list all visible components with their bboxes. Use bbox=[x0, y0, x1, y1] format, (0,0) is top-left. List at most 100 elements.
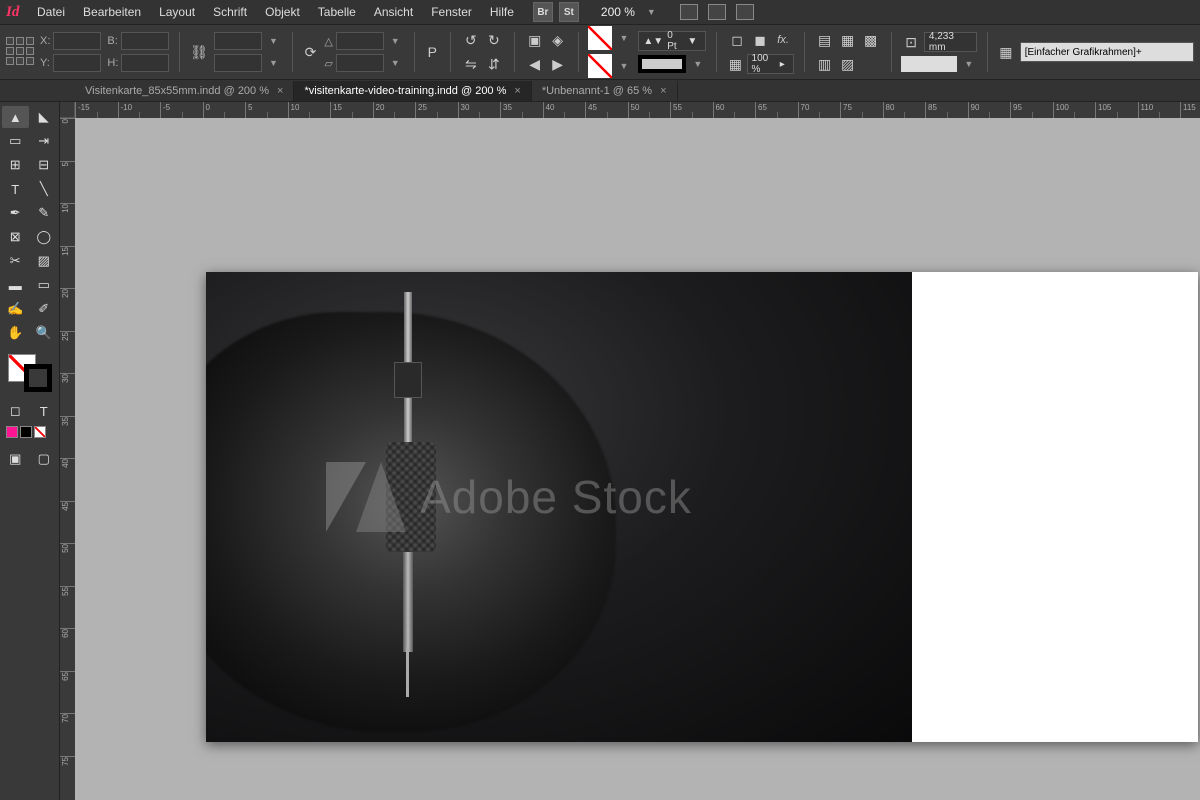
align-panel-icon[interactable]: ▦ bbox=[998, 42, 1014, 62]
eyedropper-tool[interactable]: ✐ bbox=[31, 298, 58, 320]
bridge-button[interactable]: Br bbox=[533, 2, 553, 22]
graphic-frame[interactable]: Adobe Stock bbox=[206, 272, 912, 742]
swatch-preview[interactable] bbox=[901, 56, 957, 72]
view-mode-2-icon[interactable] bbox=[708, 4, 726, 20]
selection-tool[interactable]: ▲ bbox=[2, 106, 29, 128]
stock-watermark: Adobe Stock bbox=[326, 462, 892, 532]
zoom-tool[interactable]: 🔍 bbox=[31, 322, 58, 344]
corner-options-icon[interactable]: ◻ bbox=[727, 30, 747, 50]
select-prev-icon[interactable]: ◀ bbox=[525, 54, 545, 74]
menu-layout[interactable]: Layout bbox=[150, 1, 204, 23]
ruler-vertical[interactable]: 051015202530354045505560657075 bbox=[60, 118, 75, 800]
drop-shadow-icon[interactable]: ◼ bbox=[750, 30, 770, 50]
gradient-swatch-tool[interactable]: ▬ bbox=[2, 274, 29, 296]
x-input[interactable] bbox=[53, 32, 101, 50]
y-input[interactable] bbox=[53, 54, 101, 72]
ruler-horizontal[interactable]: -15-10-505101520253035404550556065707580… bbox=[75, 102, 1200, 118]
menu-type[interactable]: Schrift bbox=[204, 1, 256, 23]
menu-help[interactable]: Hilfe bbox=[481, 1, 523, 23]
content-placer-tool[interactable]: ⊟ bbox=[31, 154, 58, 176]
select-next-icon[interactable]: ▶ bbox=[548, 54, 568, 74]
pencil-tool[interactable]: ✎ bbox=[31, 202, 58, 224]
reference-point-proxy[interactable] bbox=[6, 37, 34, 67]
format-container-icon[interactable]: ◻ bbox=[2, 400, 29, 422]
pen-tool[interactable]: ✒ bbox=[2, 202, 29, 224]
document-canvas[interactable]: -15-10-505101520253035404550556065707580… bbox=[60, 102, 1200, 800]
rotate-cw-icon[interactable]: ↻ bbox=[484, 30, 504, 50]
apply-color-icon[interactable] bbox=[6, 426, 18, 438]
close-icon[interactable]: × bbox=[277, 85, 283, 97]
constrain-icon[interactable]: ⛓ bbox=[190, 42, 208, 62]
object-style-combo[interactable]: [Einfacher Grafikrahmen]+ bbox=[1020, 42, 1194, 62]
shear-input[interactable] bbox=[336, 54, 384, 72]
rectangle-frame-tool[interactable]: ⊠ bbox=[2, 226, 29, 248]
flip-v-icon[interactable]: ⇵ bbox=[484, 54, 504, 74]
close-icon[interactable]: × bbox=[660, 85, 666, 97]
w-input[interactable] bbox=[121, 32, 169, 50]
fill-stroke-proxy[interactable] bbox=[8, 354, 52, 392]
menu-file[interactable]: Datei bbox=[28, 1, 74, 23]
doc-tab-1[interactable]: Visitenkarte_85x55mm.indd @ 200 %× bbox=[75, 81, 294, 101]
view-mode-3-icon[interactable] bbox=[736, 4, 754, 20]
direct-selection-tool[interactable]: ◣ bbox=[31, 106, 58, 128]
wrap-jump-icon[interactable]: ▥ bbox=[815, 54, 835, 74]
opacity-combo[interactable]: 100 %▸ bbox=[747, 54, 794, 74]
free-transform-tool[interactable]: ▨ bbox=[31, 250, 58, 272]
select-content-icon[interactable]: ◈ bbox=[548, 30, 568, 50]
format-text-icon[interactable]: T bbox=[31, 400, 58, 422]
char-format-icon[interactable]: P bbox=[424, 42, 440, 62]
content-collector-tool[interactable]: ⊞ bbox=[2, 154, 29, 176]
fill-swatch[interactable] bbox=[588, 26, 612, 50]
chevron-down-icon: ▼ bbox=[643, 7, 660, 17]
doc-tab-3[interactable]: *Unbenannt-1 @ 65 %× bbox=[532, 81, 678, 101]
ellipse-tool[interactable]: ◯ bbox=[31, 226, 58, 248]
type-tool[interactable]: T bbox=[2, 178, 29, 200]
fx-icon[interactable]: fx. bbox=[773, 30, 793, 50]
gradient-feather-tool[interactable]: ▭ bbox=[31, 274, 58, 296]
hand-tool[interactable]: ✋ bbox=[2, 322, 29, 344]
flip-h-icon[interactable]: ⇋ bbox=[461, 54, 481, 74]
wrap-shape-icon[interactable]: ▩ bbox=[861, 30, 881, 50]
stock-button[interactable]: St bbox=[559, 2, 579, 22]
photo-subject-tattoo-machine bbox=[376, 292, 436, 612]
menu-view[interactable]: Ansicht bbox=[365, 1, 422, 23]
h-label: H: bbox=[107, 57, 118, 69]
close-icon[interactable]: × bbox=[514, 85, 520, 97]
stroke-weight-combo[interactable]: ▲▼0 Pt▼ bbox=[638, 31, 706, 51]
menu-edit[interactable]: Bearbeiten bbox=[74, 1, 150, 23]
rotate-icon[interactable]: ⟳ bbox=[303, 42, 319, 62]
view-mode-preview[interactable]: ▢ bbox=[31, 448, 58, 470]
apply-gradient-icon[interactable] bbox=[20, 426, 32, 438]
stroke-style-swatch[interactable] bbox=[638, 55, 686, 73]
apply-none-icon[interactable] bbox=[34, 426, 46, 438]
wrap-none-icon[interactable]: ▤ bbox=[815, 30, 835, 50]
stroke-swatch-small[interactable] bbox=[588, 54, 612, 78]
page-spread: Adobe Stock bbox=[206, 272, 1198, 742]
h-input[interactable] bbox=[121, 54, 169, 72]
scissors-tool[interactable]: ✂ bbox=[2, 250, 29, 272]
view-mode-1-icon[interactable] bbox=[680, 4, 698, 20]
rotate-ccw-icon[interactable]: ↺ bbox=[461, 30, 481, 50]
scale-y-input[interactable] bbox=[214, 54, 262, 72]
wrap-bbox-icon[interactable]: ▦ bbox=[838, 30, 858, 50]
scale-x-input[interactable] bbox=[214, 32, 262, 50]
wrap-col-icon[interactable]: ▨ bbox=[838, 54, 858, 74]
page-tool[interactable]: ▭ bbox=[2, 130, 29, 152]
menu-window[interactable]: Fenster bbox=[422, 1, 481, 23]
zoom-combo[interactable]: 200 % ▼ bbox=[595, 3, 660, 21]
rotate-input[interactable] bbox=[336, 32, 384, 50]
tools-panel: ▲◣ ▭⇥ ⊞⊟ T╲ ✒✎ ⊠◯ ✂▨ ▬▭ ✍✐ ✋🔍 ◻T ▣▢ bbox=[0, 102, 60, 800]
ref-dim-combo[interactable]: 4,233 mm bbox=[924, 32, 977, 52]
line-tool[interactable]: ╲ bbox=[31, 178, 58, 200]
view-mode-normal[interactable]: ▣ bbox=[2, 448, 29, 470]
ruler-origin[interactable] bbox=[60, 102, 75, 118]
angle-icon: △ bbox=[324, 35, 332, 48]
menu-table[interactable]: Tabelle bbox=[309, 1, 365, 23]
select-container-icon[interactable]: ▣ bbox=[525, 30, 545, 50]
note-tool[interactable]: ✍ bbox=[2, 298, 29, 320]
frame-fit-icon[interactable]: ⊡ bbox=[901, 32, 921, 52]
menu-bar: Id Datei Bearbeiten Layout Schrift Objek… bbox=[0, 0, 1200, 25]
menu-object[interactable]: Objekt bbox=[256, 1, 309, 23]
doc-tab-2[interactable]: *visitenkarte-video-training.indd @ 200 … bbox=[294, 81, 531, 101]
gap-tool[interactable]: ⇥ bbox=[31, 130, 58, 152]
